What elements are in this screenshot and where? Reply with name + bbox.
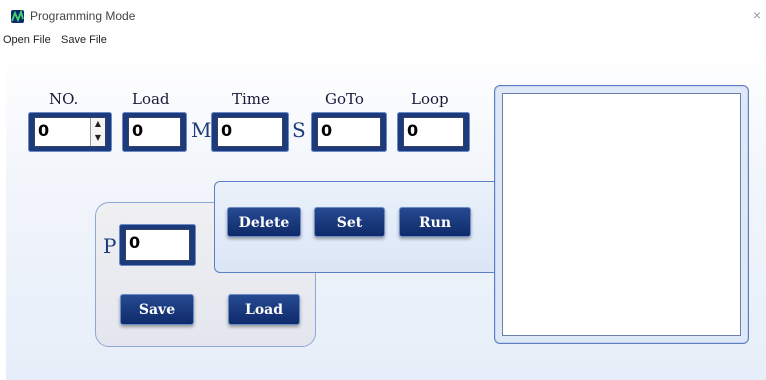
window-title: Programming Mode bbox=[30, 9, 136, 23]
save-button[interactable]: Save bbox=[120, 294, 194, 325]
p-field: 0 bbox=[119, 224, 196, 266]
no-value: 0 bbox=[38, 121, 50, 140]
p-label: P bbox=[103, 234, 117, 258]
time-field: 0 bbox=[211, 112, 289, 152]
title-bar: Programming Mode × bbox=[0, 0, 766, 30]
time-label: Time bbox=[232, 90, 270, 108]
spin-up-icon[interactable]: ▲ bbox=[91, 118, 105, 132]
spin-down-icon[interactable]: ▼ bbox=[91, 132, 105, 146]
menu-bar: Open File Save File bbox=[0, 30, 766, 50]
p-value: 0 bbox=[129, 233, 141, 252]
goto-field: 0 bbox=[311, 112, 387, 152]
time-unit: S bbox=[292, 118, 306, 142]
loop-field: 0 bbox=[397, 112, 470, 152]
load-unit: M bbox=[191, 118, 212, 142]
load-value: 0 bbox=[132, 121, 144, 140]
no-input[interactable]: 0 ▲ ▼ bbox=[34, 117, 106, 147]
menu-open-file[interactable]: Open File bbox=[3, 34, 51, 46]
run-button[interactable]: Run bbox=[399, 207, 471, 237]
no-spinner: ▲ ▼ bbox=[90, 118, 105, 146]
no-field: 0 ▲ ▼ bbox=[28, 112, 112, 152]
load-field: 0 bbox=[122, 112, 187, 152]
goto-value: 0 bbox=[321, 121, 333, 140]
goto-label: GoTo bbox=[325, 90, 364, 108]
loop-input[interactable]: 0 bbox=[403, 117, 464, 147]
p-input[interactable]: 0 bbox=[125, 229, 190, 261]
app-logo-icon bbox=[11, 10, 24, 23]
load-label: Load bbox=[132, 90, 170, 108]
goto-input[interactable]: 0 bbox=[317, 117, 381, 147]
loop-value: 0 bbox=[407, 121, 419, 140]
no-label: NO. bbox=[49, 90, 79, 108]
loop-label: Loop bbox=[411, 90, 449, 108]
close-button[interactable]: × bbox=[753, 7, 761, 23]
load-button[interactable]: Load bbox=[228, 294, 300, 325]
load-input[interactable]: 0 bbox=[128, 117, 181, 147]
time-value: 0 bbox=[221, 121, 233, 140]
display-panel bbox=[494, 85, 749, 344]
time-input[interactable]: 0 bbox=[217, 117, 283, 147]
set-button[interactable]: Set bbox=[314, 207, 385, 237]
menu-save-file[interactable]: Save File bbox=[61, 34, 107, 46]
display-screen bbox=[502, 93, 741, 336]
delete-button[interactable]: Delete bbox=[227, 207, 301, 237]
